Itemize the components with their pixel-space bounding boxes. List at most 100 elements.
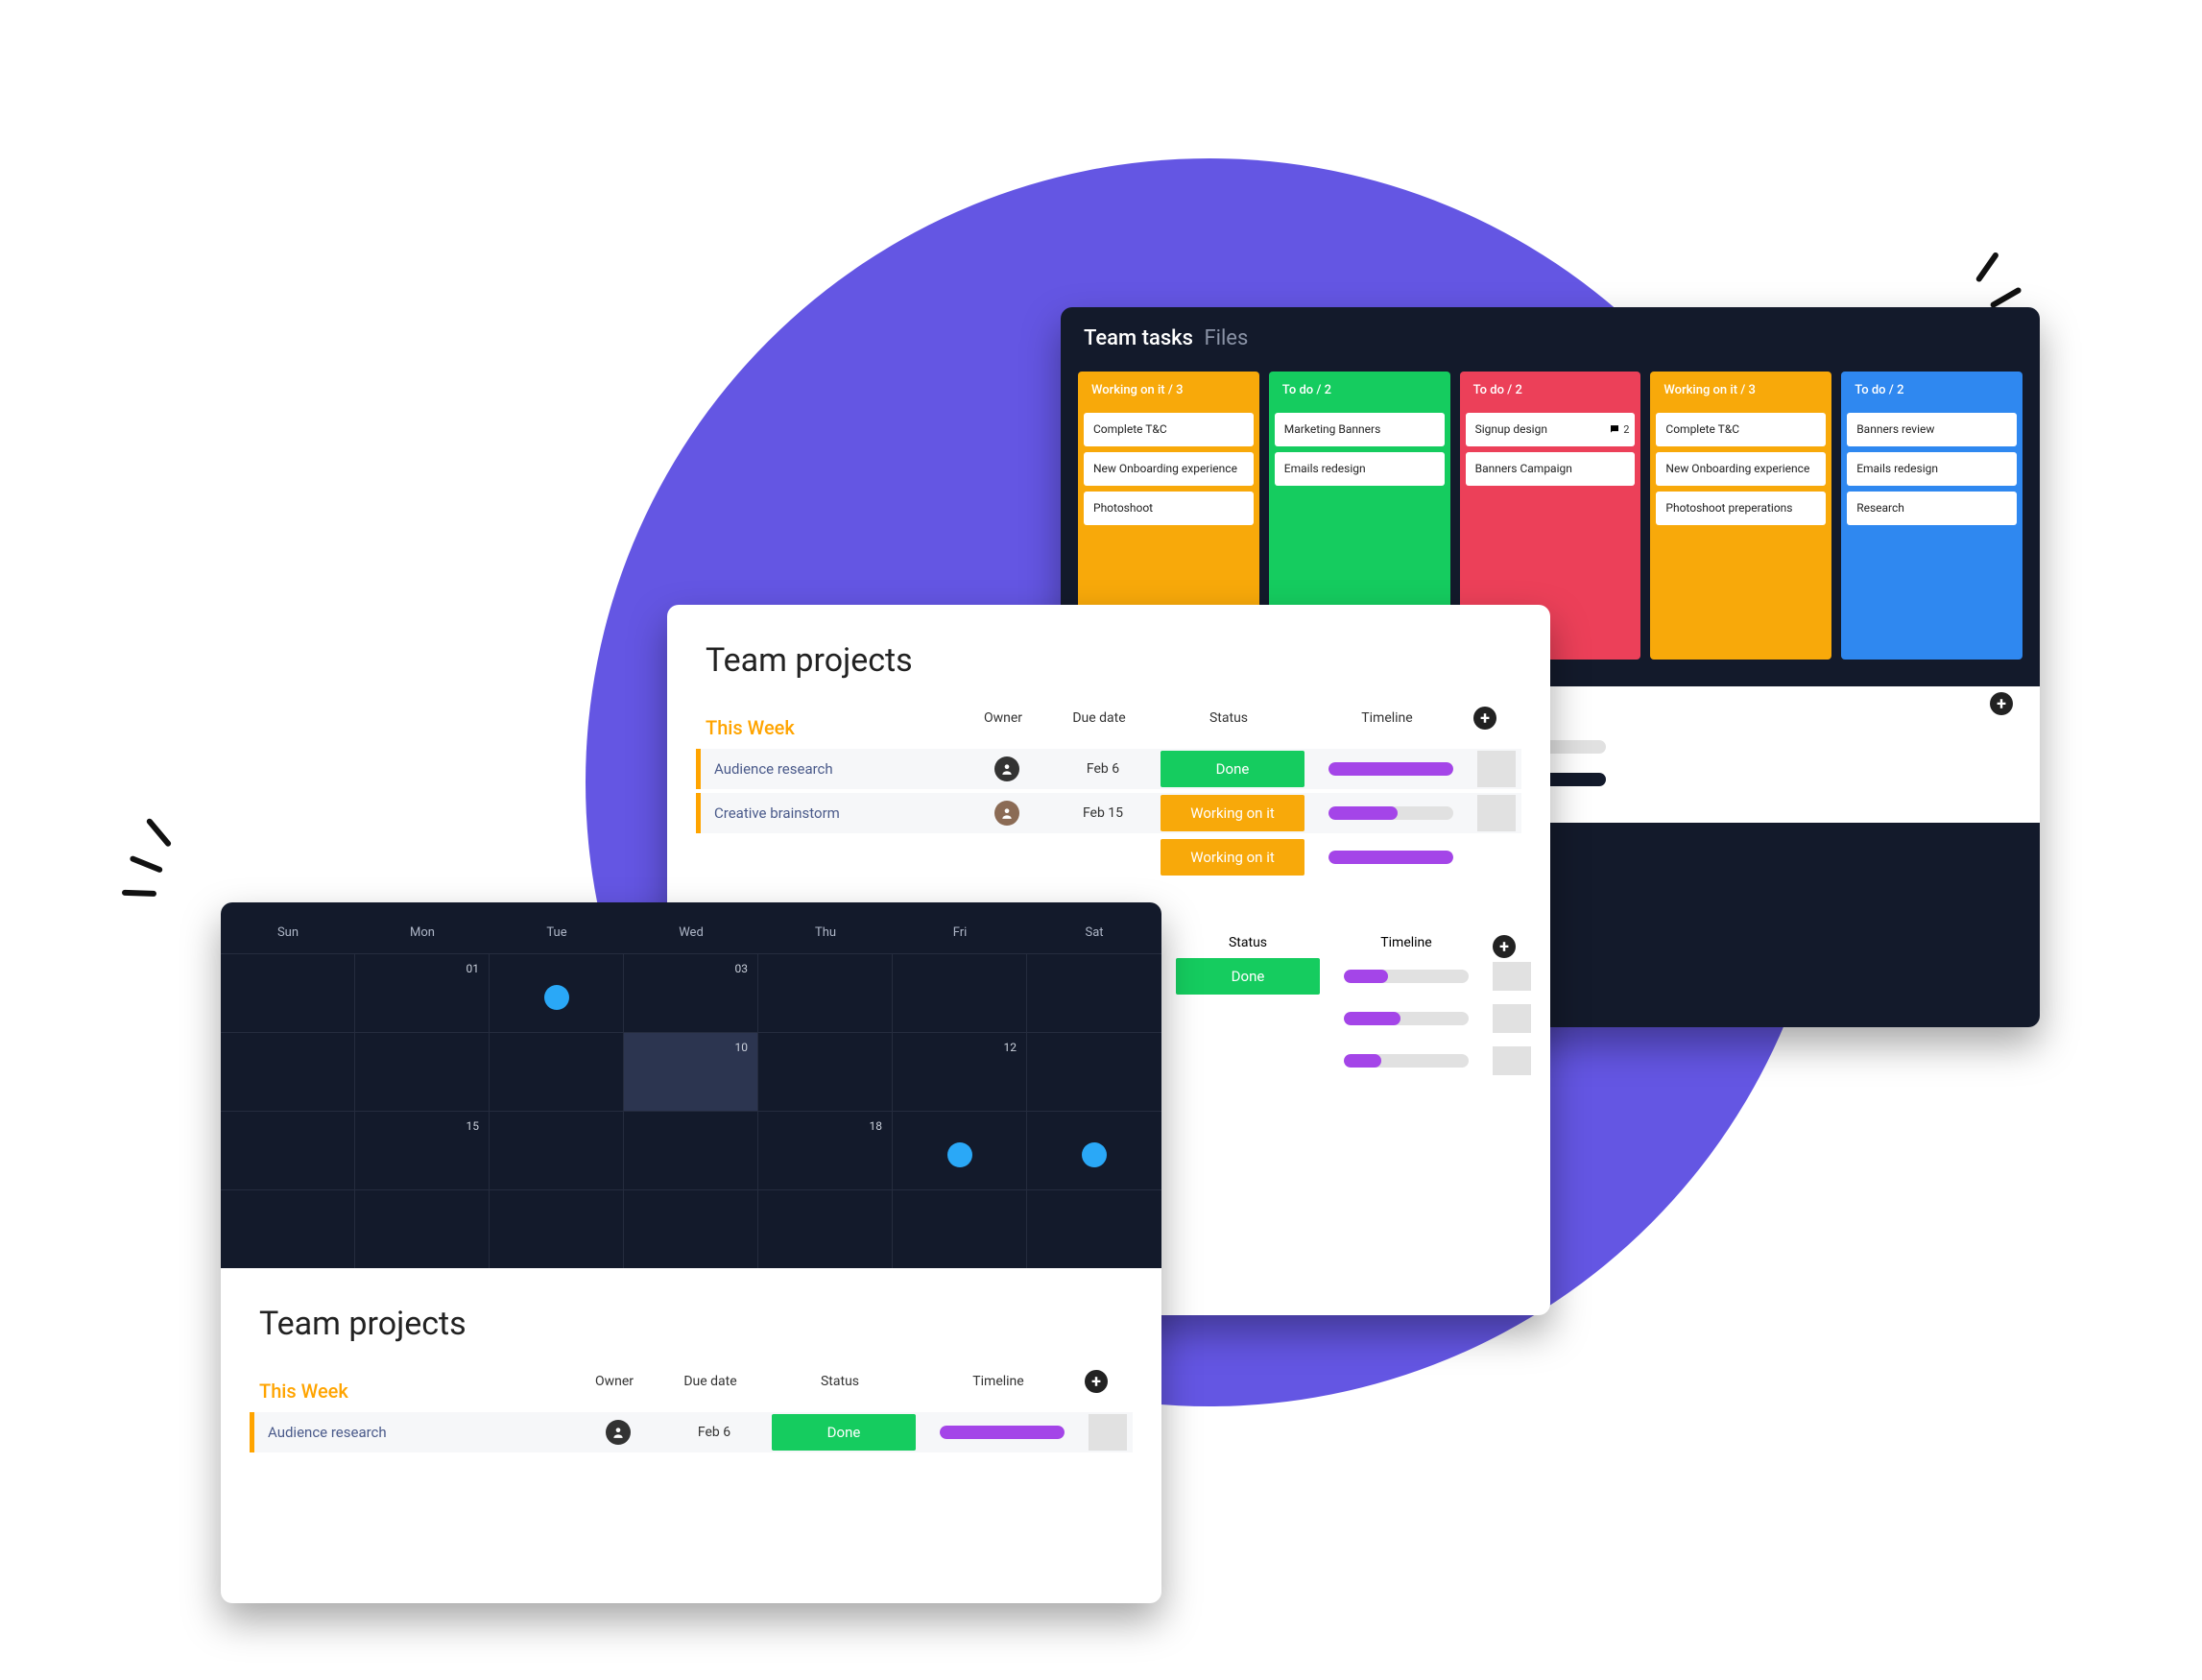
due-date[interactable]: Feb 6 [666,1425,762,1440]
timeline-cell[interactable] [1314,806,1468,820]
kanban-card[interactable]: New Onboarding experience [1084,452,1254,486]
calendar-cell[interactable] [758,953,893,1032]
owner-cell[interactable] [969,801,1045,826]
calendar-cell[interactable]: 01 [355,953,490,1032]
section-label-front[interactable]: This Week [221,1380,348,1403]
timeline-cell[interactable] [1329,970,1483,983]
event-dot[interactable] [544,985,569,1010]
row-gutter [1477,751,1516,787]
section-label[interactable]: This Week [667,716,795,739]
timeline-cell[interactable] [1329,1012,1483,1025]
calendar-date-number: 03 [735,962,749,975]
kanban-card[interactable]: New Onboarding experience [1656,452,1826,486]
status-pill[interactable]: Done [772,1414,916,1451]
avatar[interactable] [994,801,1019,826]
sub-row[interactable] [1176,1000,1521,1037]
calendar-cell[interactable]: 12 [893,1032,1027,1111]
calendar-date-number: 15 [467,1119,480,1133]
timeline-cell[interactable] [1329,1054,1483,1068]
task-name[interactable]: Audience research [268,1424,570,1441]
due-date[interactable]: Feb 15 [1055,805,1151,821]
project-row[interactable]: Creative brainstorm Feb 15 Working on it [696,793,1521,833]
calendar-cell[interactable] [221,1032,355,1111]
col-duedate: Due date [1051,710,1147,726]
avatar[interactable] [994,756,1019,781]
calendar-cell[interactable] [221,1189,355,1268]
avatar[interactable] [606,1420,631,1445]
projects-rows: Audience research Feb 6 Done Creative brain… [667,739,1550,877]
kanban-column-title: To do / 2 [1466,377,1636,407]
status-pill[interactable]: Working on it [1161,839,1304,876]
calendar-cell[interactable] [758,1189,893,1268]
add-column-button[interactable]: + [1473,707,1496,730]
calendar-cell[interactable] [893,953,1027,1032]
comment-icon[interactable]: 2 [1609,423,1629,437]
kanban-card[interactable]: Photoshoot preperations [1656,492,1826,525]
sub-rows: Done [1176,958,1521,1085]
kanban-column[interactable]: To do / 2Banners reviewEmails redesignRe… [1841,372,2022,660]
task-name[interactable]: Creative brainstorm [714,804,959,822]
calendar-cell[interactable] [624,1189,758,1268]
calendar-grid: 01 03 10 12 15 18 [221,953,1161,1268]
calendar-cell[interactable]: 18 [758,1111,893,1189]
sub-col-timeline: Timeline [1329,935,1483,958]
timeline-cell[interactable] [1314,762,1468,776]
timeline-cell[interactable] [925,1426,1079,1439]
owner-cell[interactable] [969,756,1045,781]
calendar-cell[interactable]: 03 [624,953,758,1032]
calendar-cell[interactable] [1027,1189,1161,1268]
project-row[interactable]: Working on it [696,837,1521,877]
col-timeline: Timeline [1310,710,1464,726]
projects-title-front: Team projects [221,1268,1161,1360]
col-timeline: Timeline [921,1374,1075,1389]
add-button[interactable]: + [1990,692,2013,715]
calendar-cell[interactable] [221,1111,355,1189]
calendar-cell[interactable] [893,1189,1027,1268]
kanban-card[interactable]: Complete T&C [1656,413,1826,446]
kanban-card[interactable]: Photoshoot [1084,492,1254,525]
kanban-card[interactable]: Emails redesign [1847,452,2017,486]
kanban-card[interactable]: Research [1847,492,2017,525]
task-name[interactable]: Audience research [714,760,959,778]
due-date[interactable]: Feb 6 [1055,761,1151,777]
project-row[interactable]: Audience research Feb 6 Done [250,1412,1133,1452]
calendar-cell[interactable] [758,1032,893,1111]
status-pill[interactable]: Done [1176,958,1320,995]
kanban-subtab[interactable]: Files [1204,326,1248,350]
calendar-cell[interactable] [355,1032,490,1111]
calendar-day-label: Wed [624,925,758,940]
calendar-cell[interactable] [1027,953,1161,1032]
event-dot[interactable] [947,1142,972,1167]
calendar-cell[interactable] [490,1032,624,1111]
calendar-cell[interactable] [893,1111,1027,1189]
calendar-cell[interactable] [355,1189,490,1268]
kanban-card[interactable]: Marketing Banners [1275,413,1445,446]
kanban-card[interactable]: Complete T&C [1084,413,1254,446]
calendar-cell[interactable] [490,953,624,1032]
calendar-cell[interactable] [221,953,355,1032]
kanban-title[interactable]: Team tasks [1084,326,1193,350]
kanban-card[interactable]: Banners review [1847,413,2017,446]
calendar-cell[interactable] [1027,1032,1161,1111]
calendar-cell[interactable] [624,1111,758,1189]
status-pill[interactable]: Done [1161,751,1304,787]
kanban-column-title: To do / 2 [1275,377,1445,407]
kanban-column[interactable]: Working on it / 3Complete T&CNew Onboard… [1650,372,1831,660]
sub-row[interactable]: Done [1176,958,1521,995]
status-pill[interactable]: Working on it [1161,795,1304,831]
calendar-cell[interactable] [490,1111,624,1189]
event-dot[interactable] [1082,1142,1107,1167]
kanban-card[interactable]: Emails redesign [1275,452,1445,486]
add-column-button[interactable]: + [1493,935,1516,958]
sub-row[interactable] [1176,1043,1521,1079]
add-column-button[interactable]: + [1085,1370,1108,1393]
owner-cell[interactable] [580,1420,657,1445]
kanban-card[interactable]: Banners Campaign [1466,452,1636,486]
calendar-cell[interactable]: 10 [624,1032,758,1111]
calendar-cell[interactable]: 15 [355,1111,490,1189]
kanban-card[interactable]: Signup design2 [1466,413,1636,446]
calendar-cell[interactable] [490,1189,624,1268]
timeline-cell[interactable] [1314,851,1468,864]
calendar-cell[interactable] [1027,1111,1161,1189]
project-row[interactable]: Audience research Feb 6 Done [696,749,1521,789]
